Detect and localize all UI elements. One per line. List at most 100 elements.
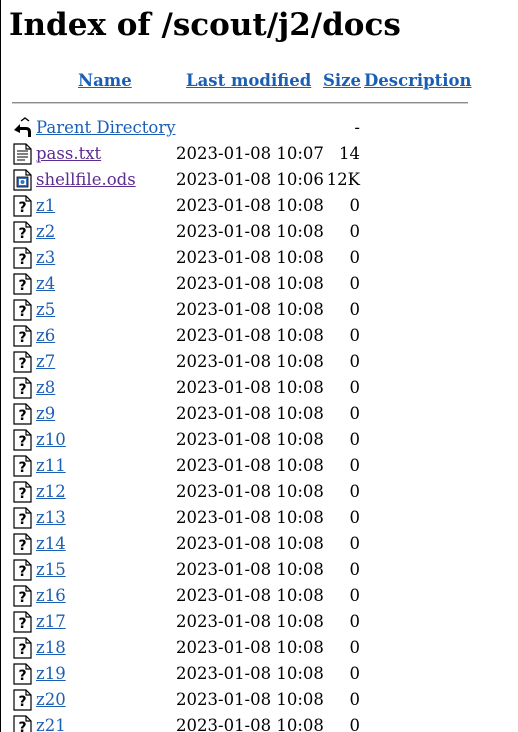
file-link[interactable]: z10 xyxy=(36,427,66,453)
file-link[interactable]: z12 xyxy=(36,479,66,505)
file-link[interactable]: z20 xyxy=(36,687,66,713)
file-link[interactable]: z19 xyxy=(36,661,66,687)
file-row: ? z3 2023-01-08 10:08 0 xyxy=(0,245,518,271)
svg-text:?: ? xyxy=(18,408,26,424)
unknown-file-icon: ? xyxy=(12,299,33,321)
file-size: 0 xyxy=(349,326,361,345)
file-link[interactable]: z14 xyxy=(36,531,66,557)
file-row: ? z21 2023-01-08 10:08 0 xyxy=(0,713,518,732)
parent-directory-row: Parent Directory - xyxy=(0,115,518,141)
file-row: ? z15 2023-01-08 10:08 0 xyxy=(0,557,518,583)
file-link[interactable]: z16 xyxy=(36,583,66,609)
file-row: ? z13 2023-01-08 10:08 0 xyxy=(0,505,518,531)
file-link[interactable]: z3 xyxy=(36,245,55,271)
file-size: 0 xyxy=(349,300,361,319)
file-link[interactable]: z2 xyxy=(36,219,55,245)
page-title: Index of /scout/j2/docs xyxy=(9,7,401,43)
svg-text:?: ? xyxy=(18,226,26,242)
unknown-file-icon: ? xyxy=(12,455,33,477)
file-row: ? z8 2023-01-08 10:08 0 xyxy=(0,375,518,401)
file-size: 0 xyxy=(349,196,361,215)
sort-by-size-link[interactable]: Size xyxy=(323,71,361,90)
unknown-file-icon: ? xyxy=(12,715,33,732)
unknown-file-icon: ? xyxy=(12,533,33,555)
file-row: ? z16 2023-01-08 10:08 0 xyxy=(0,583,518,609)
file-row: pass.txt 2023-01-08 10:07 14 xyxy=(0,141,518,167)
file-modified: 2023-01-08 10:08 xyxy=(176,274,324,293)
header-divider xyxy=(12,102,468,104)
svg-text:?: ? xyxy=(18,460,26,476)
file-link[interactable]: z18 xyxy=(36,635,66,661)
file-link[interactable]: z5 xyxy=(36,297,55,323)
file-link[interactable]: z6 xyxy=(36,323,55,349)
svg-text:?: ? xyxy=(18,512,26,528)
unknown-file-icon: ? xyxy=(12,585,33,607)
file-row: ? z1 2023-01-08 10:08 0 xyxy=(0,193,518,219)
svg-text:?: ? xyxy=(18,668,26,684)
sort-by-name-link[interactable]: Name xyxy=(78,71,132,90)
file-size: 12K xyxy=(326,170,360,189)
file-size: 14 xyxy=(339,144,360,163)
file-size: 0 xyxy=(349,456,361,475)
file-link[interactable]: z4 xyxy=(36,271,55,297)
file-modified: 2023-01-08 10:08 xyxy=(176,612,324,631)
file-row: ? z20 2023-01-08 10:08 0 xyxy=(0,687,518,713)
unknown-file-icon: ? xyxy=(12,637,33,659)
file-modified: 2023-01-08 10:08 xyxy=(176,378,324,397)
unknown-file-icon: ? xyxy=(12,481,33,503)
svg-text:?: ? xyxy=(18,564,26,580)
file-modified: 2023-01-08 10:08 xyxy=(176,222,324,241)
file-link[interactable]: z7 xyxy=(36,349,55,375)
file-row: ? z7 2023-01-08 10:08 0 xyxy=(0,349,518,375)
file-link[interactable]: z8 xyxy=(36,375,55,401)
file-size: 0 xyxy=(349,638,361,657)
file-modified: 2023-01-08 10:07 xyxy=(176,144,324,163)
file-size: 0 xyxy=(349,508,361,527)
file-row: ? z12 2023-01-08 10:08 0 xyxy=(0,479,518,505)
sort-by-last-modified-link[interactable]: Last modified xyxy=(186,71,311,90)
file-link[interactable]: z21 xyxy=(36,713,66,732)
sort-by-description-link[interactable]: Description xyxy=(364,71,472,90)
parent-directory-link[interactable]: Parent Directory xyxy=(36,115,176,141)
file-size: 0 xyxy=(349,716,361,732)
file-link[interactable]: z13 xyxy=(36,505,66,531)
column-header-name: Name xyxy=(78,70,132,92)
file-row: ? z4 2023-01-08 10:08 0 xyxy=(0,271,518,297)
file-modified: 2023-01-08 10:08 xyxy=(176,248,324,267)
file-modified: 2023-01-08 10:08 xyxy=(176,690,324,709)
file-row: ? z18 2023-01-08 10:08 0 xyxy=(0,635,518,661)
file-link[interactable]: z17 xyxy=(36,609,66,635)
file-modified: 2023-01-08 10:08 xyxy=(176,534,324,553)
unknown-file-icon: ? xyxy=(12,195,33,217)
file-row: ? z2 2023-01-08 10:08 0 xyxy=(0,219,518,245)
file-modified: 2023-01-08 10:08 xyxy=(176,352,324,371)
unknown-file-icon: ? xyxy=(12,377,33,399)
svg-text:?: ? xyxy=(18,616,26,632)
file-modified: 2023-01-08 10:06 xyxy=(176,170,324,189)
file-modified: 2023-01-08 10:08 xyxy=(176,326,324,345)
file-link[interactable]: z1 xyxy=(36,193,55,219)
file-link[interactable]: z11 xyxy=(36,453,66,479)
file-modified: 2023-01-08 10:08 xyxy=(176,196,324,215)
document-file-icon xyxy=(12,169,33,191)
file-modified: 2023-01-08 10:08 xyxy=(176,664,324,683)
file-row: ? z6 2023-01-08 10:08 0 xyxy=(0,323,518,349)
back-icon xyxy=(12,117,33,139)
svg-text:?: ? xyxy=(18,694,26,710)
file-link[interactable]: z15 xyxy=(36,557,66,583)
file-link[interactable]: shellfile.ods xyxy=(36,167,136,193)
file-row: ? z11 2023-01-08 10:08 0 xyxy=(0,453,518,479)
file-size: 0 xyxy=(349,664,361,683)
unknown-file-icon: ? xyxy=(12,429,33,451)
svg-text:?: ? xyxy=(18,278,26,294)
unknown-file-icon: ? xyxy=(12,273,33,295)
svg-text:?: ? xyxy=(18,356,26,372)
file-link[interactable]: pass.txt xyxy=(36,141,101,167)
file-modified: 2023-01-08 10:08 xyxy=(176,560,324,579)
file-row: ? z19 2023-01-08 10:08 0 xyxy=(0,661,518,687)
parent-size: - xyxy=(354,118,360,137)
file-size: 0 xyxy=(349,586,361,605)
file-row: ? z17 2023-01-08 10:08 0 xyxy=(0,609,518,635)
file-link[interactable]: z9 xyxy=(36,401,55,427)
file-modified: 2023-01-08 10:08 xyxy=(176,430,324,449)
